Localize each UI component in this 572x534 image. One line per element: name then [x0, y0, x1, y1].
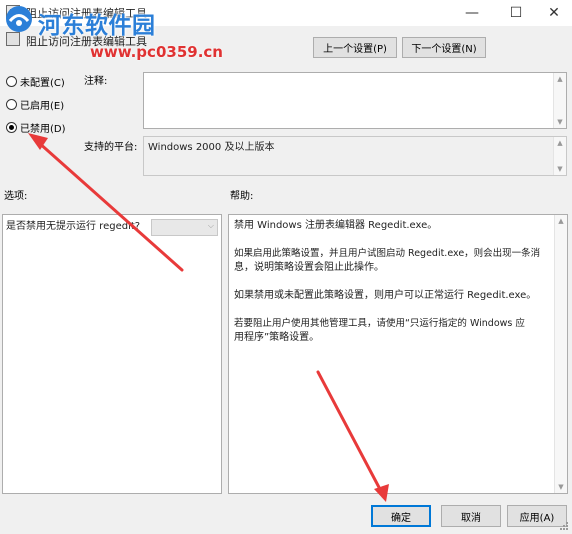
scroll-up-icon[interactable]: ▲ — [554, 137, 566, 149]
scroll-up-icon[interactable]: ▲ — [554, 73, 566, 85]
platform-value: Windows 2000 及以上版本 — [148, 142, 275, 153]
policy-icon — [6, 32, 20, 46]
watermark-logo-icon — [6, 6, 32, 32]
comment-label: 注释: — [84, 76, 108, 87]
help-paragraph: 如果启用此策略设置，并且用户试图启动 Regedit.exe，则会出现一条消 — [234, 248, 541, 259]
platform-label: 支持的平台: — [84, 142, 138, 153]
help-scrollbar[interactable]: ▲ ▼ — [554, 215, 567, 493]
scroll-down-icon[interactable]: ▼ — [554, 163, 566, 175]
radio-label: 未配置(C) — [20, 77, 65, 89]
radio-label: 已禁用(D) — [20, 123, 66, 135]
options-heading: 选项: — [4, 191, 28, 202]
disable-silent-regedit-label: 是否禁用无提示运行 regedit? — [6, 221, 141, 232]
comment-scrollbar[interactable]: ▲ ▼ — [553, 73, 566, 128]
maximize-button[interactable]: ☐ — [496, 0, 536, 26]
ok-button[interactable]: 确定 — [371, 505, 431, 527]
help-paragraph: 如果禁用或未配置此策略设置，则用户可以正常运行 Regedit.exe。 — [234, 290, 537, 301]
help-text: 禁用 Windows 注册表编辑器 Regedit.exe。 如果启用此策略设置… — [234, 219, 552, 345]
previous-setting-button[interactable]: 上一个设置(P) — [313, 37, 397, 58]
watermark-site-name: 河东软件园 — [38, 12, 156, 39]
help-paragraph: 若要阻止用户使用其他管理工具，请使用“只运行指定的 Windows 应 — [234, 318, 525, 329]
radio-enabled[interactable]: 已启用(E) — [6, 96, 64, 112]
help-paragraph: 禁用 Windows 注册表编辑器 Regedit.exe。 — [234, 220, 438, 231]
help-heading: 帮助: — [230, 191, 254, 202]
minimize-button[interactable]: — — [452, 0, 492, 26]
disable-silent-regedit-dropdown[interactable]: ⌵ — [151, 219, 218, 236]
platform-field: Windows 2000 及以上版本 ▲ ▼ — [143, 136, 567, 176]
help-paragraph: 用程序”策略设置。 — [234, 332, 320, 343]
help-paragraph: 息，说明策略设置会阻止此操作。 — [234, 262, 384, 273]
radio-not-configured[interactable]: 未配置(C) — [6, 73, 65, 89]
scroll-down-icon[interactable]: ▼ — [554, 116, 566, 128]
chevron-down-icon: ⌵ — [207, 221, 214, 230]
radio-button-checked-icon — [6, 121, 17, 133]
radio-label: 已启用(E) — [20, 100, 65, 112]
scroll-up-icon[interactable]: ▲ — [555, 215, 567, 227]
radio-button-icon — [6, 98, 17, 110]
help-panel: 禁用 Windows 注册表编辑器 Regedit.exe。 如果启用此策略设置… — [228, 214, 568, 494]
options-panel: 是否禁用无提示运行 regedit? ⌵ — [2, 214, 222, 494]
cancel-button[interactable]: 取消 — [441, 505, 501, 527]
scroll-down-icon[interactable]: ▼ — [555, 481, 567, 493]
radio-disabled[interactable]: 已禁用(D) — [6, 119, 66, 135]
resize-grip-icon[interactable] — [558, 520, 568, 530]
close-button[interactable]: ✕ — [534, 0, 572, 26]
next-setting-button[interactable]: 下一个设置(N) — [402, 37, 486, 58]
platform-scrollbar[interactable]: ▲ ▼ — [553, 137, 566, 175]
comment-textarea[interactable]: ▲ ▼ — [143, 72, 567, 129]
radio-button-icon — [6, 75, 17, 87]
watermark-site-url: www.pc0359.cn — [90, 43, 223, 61]
